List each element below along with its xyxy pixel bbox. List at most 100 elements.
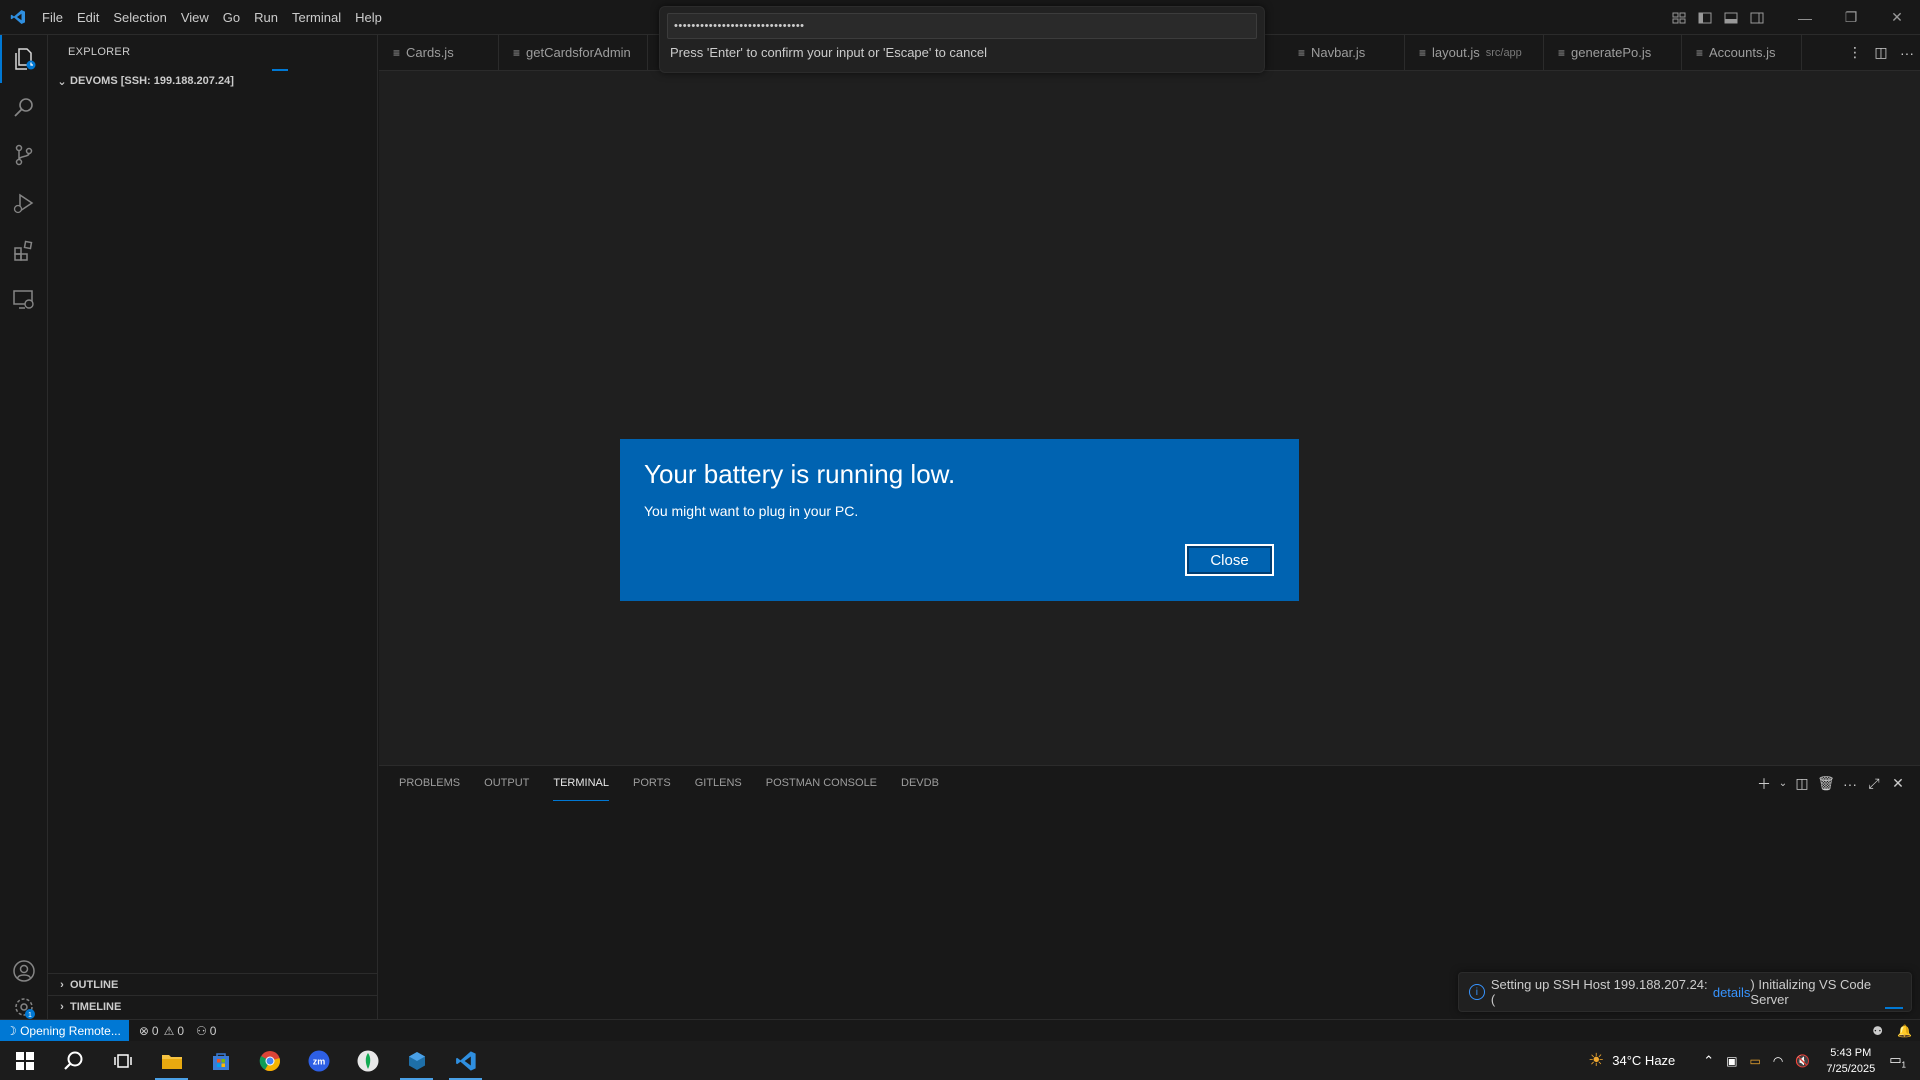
ssh-setup-notification: i Setting up SSH Host 199.188.207.24: ( … (1458, 972, 1912, 1012)
tab-cards-js[interactable]: ≡ Cards.js (379, 35, 499, 70)
more-actions-icon[interactable]: ··· (1894, 45, 1920, 61)
ports-icon: ⚇ (196, 1023, 207, 1038)
tab-accounts-js[interactable]: ≡ Accounts.js (1682, 35, 1802, 70)
toggle-primary-sidebar-icon[interactable] (1692, 0, 1718, 35)
run-debug-icon[interactable] (0, 179, 48, 227)
tab-label: Accounts.js (1709, 45, 1776, 60)
tab-label: Cards.js (406, 45, 454, 60)
windows-start-icon[interactable] (0, 1041, 49, 1080)
vscode-taskbar-icon[interactable] (441, 1041, 490, 1080)
volume-muted-icon[interactable]: 🔇 (1795, 1054, 1810, 1068)
menu-edit[interactable]: Edit (70, 0, 106, 35)
menu-help[interactable]: Help (348, 0, 389, 35)
spinner-icon: ☽ (6, 1023, 21, 1038)
tab-label: Navbar.js (1311, 45, 1366, 60)
password-input[interactable]: •••••••••••••••••••••••••••••• (667, 13, 1257, 39)
customize-layout-icon[interactable] (1666, 0, 1692, 35)
tab-navbar-js[interactable]: ≡ Navbar.js (1284, 35, 1405, 70)
remote-explorer-icon[interactable] (0, 275, 48, 323)
minimize-icon[interactable]: — (1782, 0, 1828, 35)
notification-suffix: ) Initializing VS Code Server (1750, 977, 1872, 1007)
search-icon[interactable] (0, 83, 48, 131)
weather-label[interactable]: 34°C Haze (1612, 1053, 1675, 1068)
clock-time: 5:43 PM (1830, 1046, 1872, 1059)
file-icon: ≡ (513, 45, 521, 60)
mongodb-compass-icon[interactable] (343, 1041, 392, 1080)
search-icon[interactable] (49, 1041, 98, 1080)
microsoft-store-icon[interactable] (196, 1041, 245, 1080)
zoom-icon[interactable]: zm (294, 1041, 343, 1080)
account-icon[interactable] (0, 947, 48, 995)
editor-area[interactable] (379, 71, 1920, 765)
restore-icon[interactable]: ❐ (1828, 0, 1874, 35)
panel-tab-ports[interactable]: PORTS (633, 767, 671, 800)
close-button[interactable]: Close (1185, 544, 1274, 576)
tab-getcardsforadmin[interactable]: ≡ getCardsforAdmin (499, 35, 648, 70)
weather-icon[interactable]: ☀ (1588, 1050, 1604, 1071)
close-panel-icon[interactable]: ✕ (1886, 775, 1910, 792)
clock[interactable]: 5:43 PM 7/25/2025 (1826, 1045, 1875, 1077)
menu-selection[interactable]: Selection (106, 0, 173, 35)
chrome-icon[interactable] (245, 1041, 294, 1080)
notifications-bell-icon[interactable]: 🔔 (1897, 1024, 1912, 1038)
tab-description: src/app (1485, 46, 1522, 59)
menu-file[interactable]: File (35, 0, 70, 35)
tab-layout-js[interactable]: ≡ layout.js src/app (1405, 35, 1544, 70)
menu-go[interactable]: Go (216, 0, 247, 35)
toggle-panel-icon[interactable] (1718, 0, 1744, 35)
panel-tab-postman-console[interactable]: POSTMAN CONSOLE (766, 767, 877, 800)
more-actions-icon[interactable]: ··· (1838, 776, 1862, 792)
chevron-right-icon: › (60, 1001, 64, 1013)
svg-text:zm: zm (312, 1056, 325, 1066)
panel-tab-gitlens[interactable]: GITLENS (695, 767, 742, 800)
menu-run[interactable]: Run (247, 0, 285, 35)
battery-warning-icon[interactable]: ▭ (1750, 1054, 1761, 1068)
close-window-icon[interactable]: ✕ (1874, 0, 1920, 35)
source-control-icon[interactable] (0, 131, 48, 179)
menu-terminal[interactable]: Terminal (285, 0, 348, 35)
outline-section-header[interactable]: › OUTLINE (48, 974, 378, 996)
explorer-title: EXPLORER (68, 46, 131, 58)
problems-status[interactable]: ⊗ 0 ⚠ 0 (129, 1024, 190, 1038)
file-icon: ≡ (393, 45, 401, 60)
new-terminal-icon[interactable]: ＋ (1752, 774, 1776, 794)
action-center-icon[interactable]: ▭1 (1889, 1052, 1906, 1070)
tab-overflow-icon[interactable]: ⋮ (1842, 44, 1868, 61)
workspace-folder-header[interactable]: ⌄ DEVOMS [SSH: 199.188.207.24] (48, 70, 377, 92)
battery-dialog-body: You might want to plug in your PC. (644, 503, 859, 519)
panel-tab-devdb[interactable]: DEVDB (901, 767, 939, 800)
chevron-up-icon[interactable]: ⌃ (1703, 1053, 1714, 1069)
vscode-logo-icon (0, 0, 35, 35)
timeline-section-header[interactable]: › TIMELINE (48, 996, 378, 1018)
tray-app-icon[interactable]: ▣ (1726, 1054, 1737, 1068)
details-link[interactable]: details (1713, 985, 1751, 1000)
split-terminal-icon[interactable]: ◫ (1790, 775, 1814, 792)
kill-terminal-icon[interactable]: 🗑 (1814, 775, 1838, 792)
copilot-icon[interactable]: ⚉ (1872, 1024, 1883, 1038)
status-bar: ☽ Opening Remote... ⊗ 0 ⚠ 0 ⚇ 0 ⚉ 🔔 (0, 1019, 1920, 1042)
split-editor-icon[interactable]: ◫ (1868, 44, 1894, 61)
tab-label: layout.js (1432, 45, 1480, 60)
toggle-secondary-sidebar-icon[interactable] (1744, 0, 1770, 35)
remote-indicator[interactable]: ☽ Opening Remote... (0, 1019, 129, 1042)
panel-tab-terminal[interactable]: TERMINAL (553, 767, 609, 801)
notification-progress-bar (1885, 1007, 1903, 1009)
wifi-icon[interactable]: ◠ (1773, 1054, 1783, 1068)
panel-tab-output[interactable]: OUTPUT (484, 767, 529, 800)
extensions-icon[interactable] (0, 227, 48, 275)
file-icon: ≡ (1558, 45, 1566, 60)
menu-view[interactable]: View (174, 0, 216, 35)
task-view-icon[interactable] (98, 1041, 147, 1080)
panel-tab-problems[interactable]: PROBLEMS (399, 767, 460, 800)
timeline-label: TIMELINE (70, 1001, 122, 1013)
chevron-down-icon[interactable]: ⌄ (1776, 778, 1790, 789)
explorer-icon[interactable] (0, 35, 48, 83)
action-center-count: 1 (1901, 1060, 1906, 1070)
maximize-panel-icon[interactable]: ⤢ (1862, 775, 1886, 792)
tab-generatepo-js[interactable]: ≡ generatePo.js (1544, 35, 1682, 70)
cursor-app-icon[interactable] (392, 1041, 441, 1080)
ports-status[interactable]: ⚇ 0 (190, 1024, 222, 1038)
quick-input-widget: •••••••••••••••••••••••••••••• Press 'En… (659, 6, 1265, 73)
settings-gear-icon[interactable]: 1 (0, 995, 48, 1019)
file-explorer-icon[interactable] (147, 1041, 196, 1080)
